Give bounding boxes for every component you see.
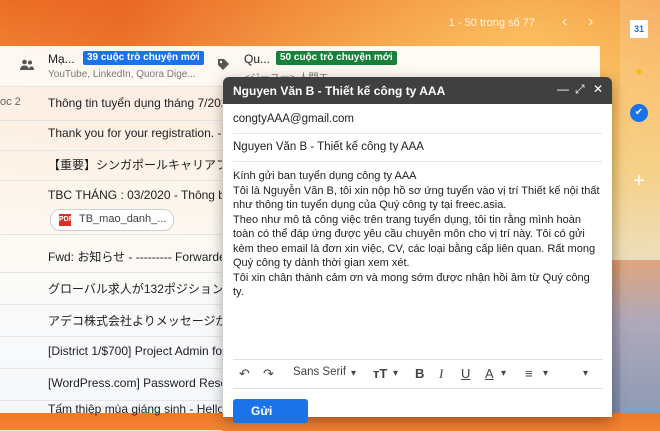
email-row[interactable]: Tấm thiệp mùa giáng sinh - Hello T (0, 396, 222, 431)
compose-title: Nguyen Văn B - Thiết kế công ty AAA (233, 84, 446, 98)
tab-social[interactable]: Mạ... 39 cuộc trò chuyện mới YouTube, Li… (0, 46, 210, 86)
person-group-icon (20, 58, 34, 74)
compose-header[interactable]: Nguyen Văn B - Thiết kế công ty AAA — ⤢ … (223, 77, 612, 104)
body-closing: Tôi xin chân thành cảm ơn và mong sớm đư… (233, 271, 590, 299)
attachment-name: TB_mao_danh_... (79, 213, 167, 225)
tab-promotions-name: Qu... (244, 52, 271, 66)
close-icon[interactable]: ✕ (593, 82, 603, 96)
body-greeting: Kính gửi ban tuyển dụng công ty AAA (233, 170, 417, 182)
email-subject: アデコ株式会社よりメッセージが届 (48, 314, 222, 328)
email-subject: [WordPress.com] Password Reset - (48, 376, 222, 390)
chevron-down-icon[interactable]: ▾ (543, 368, 548, 379)
chevron-down-icon[interactable]: ▾ (351, 368, 356, 379)
prev-page-icon[interactable]: ‹ (562, 13, 567, 31)
formatting-toolbar: ↶ ↷ Sans Serif ▾ тT ▾ B I U A ▾ ≡ ▾ ▾ (233, 359, 603, 389)
side-panel: 31 ● ✔ + (620, 0, 660, 413)
keep-icon[interactable]: ● (630, 62, 648, 80)
body-paragraph: Theo như mô tả công việc trên trang tuyể… (233, 213, 596, 270)
email-subject: グローバル求人が132ポジション以 (48, 282, 222, 296)
body-paragraph: Tôi là Nguyễn Văn B, tôi xin nộp hồ sơ ứ… (233, 184, 600, 212)
email-row[interactable]: グローバル求人が132ポジション以 (0, 270, 222, 305)
undo-icon[interactable]: ↶ (239, 366, 250, 382)
send-label: Gửi (251, 404, 273, 418)
calendar-icon[interactable]: 31 (630, 20, 648, 38)
font-size-icon[interactable]: тT (373, 366, 387, 381)
expand-icon[interactable]: ⤢ (575, 82, 585, 97)
tab-social-name: Mạ... (48, 52, 75, 66)
email-subject: Thank you for your registration. - T (48, 126, 222, 140)
tab-social-senders: YouTube, LinkedIn, Quora Dige... (48, 69, 196, 80)
attachment-chip[interactable]: PDF TB_mao_danh_... (50, 209, 174, 231)
tab-social-badge: 39 cuộc trò chuyện mới (83, 51, 204, 65)
email-subject: Tấm thiệp mùa giáng sinh - Hello T (48, 402, 222, 416)
plus-icon[interactable]: + (630, 171, 648, 191)
email-subject: Fwd: お知らせ - --------- Forwarded m (48, 250, 222, 264)
redo-icon[interactable]: ↷ (263, 366, 274, 382)
email-subject: Thông tin tuyển dụng tháng 7/2020 (48, 96, 222, 110)
tasks-icon[interactable]: ✔ (630, 104, 648, 122)
chevron-down-icon[interactable]: ▾ (393, 368, 398, 379)
row-count: oc 2 (0, 96, 21, 108)
more-options-icon[interactable]: ▾ (583, 368, 588, 379)
send-button[interactable]: Gửi (233, 399, 308, 423)
pager-count: 1 - 50 trong số 77 (448, 17, 535, 29)
email-subject: [District 1/$700] Project Admin for (48, 344, 222, 358)
divider (233, 161, 602, 162)
email-subject: TBC THÁNG : 03/2020 - Thông báo (48, 188, 222, 202)
to-field[interactable]: congtyAAA@gmail.com (233, 113, 354, 125)
italic-button[interactable]: I (439, 366, 443, 382)
font-family-select[interactable]: Sans Serif (293, 366, 346, 378)
bold-button[interactable]: B (415, 366, 424, 381)
underline-button[interactable]: U (461, 366, 470, 381)
minimize-icon[interactable]: — (557, 82, 569, 96)
subject-field[interactable]: Nguyen Văn B - Thiết kế công ty AAA (233, 141, 424, 153)
pdf-icon: PDF (59, 214, 73, 226)
email-subject: 【重要】シンガポールキャリアフォ (48, 158, 222, 172)
email-row[interactable]: Fwd: お知らせ - --------- Forwarded m (0, 238, 222, 273)
text-color-icon[interactable]: A (485, 366, 494, 381)
next-page-icon[interactable]: › (588, 13, 593, 31)
compose-window: Nguyen Văn B - Thiết kế công ty AAA — ⤢ … (223, 77, 612, 423)
email-row[interactable]: [District 1/$700] Project Admin for (0, 334, 222, 369)
email-row[interactable]: アデコ株式会社よりメッセージが届 (0, 302, 222, 337)
top-toolbar: 1 - 50 trong số 77 ‹ › (0, 0, 620, 46)
align-icon[interactable]: ≡ (525, 366, 533, 381)
tag-icon (217, 58, 230, 74)
tab-promotions-badge: 50 cuộc trò chuyện mới (276, 51, 397, 65)
email-row[interactable]: 【重要】シンガポールキャリアフォ (0, 146, 222, 181)
message-body[interactable]: Kính gửi ban tuyển dụng công ty AAA Tôi … (233, 169, 603, 300)
divider (233, 133, 602, 134)
chevron-down-icon[interactable]: ▾ (501, 368, 506, 379)
